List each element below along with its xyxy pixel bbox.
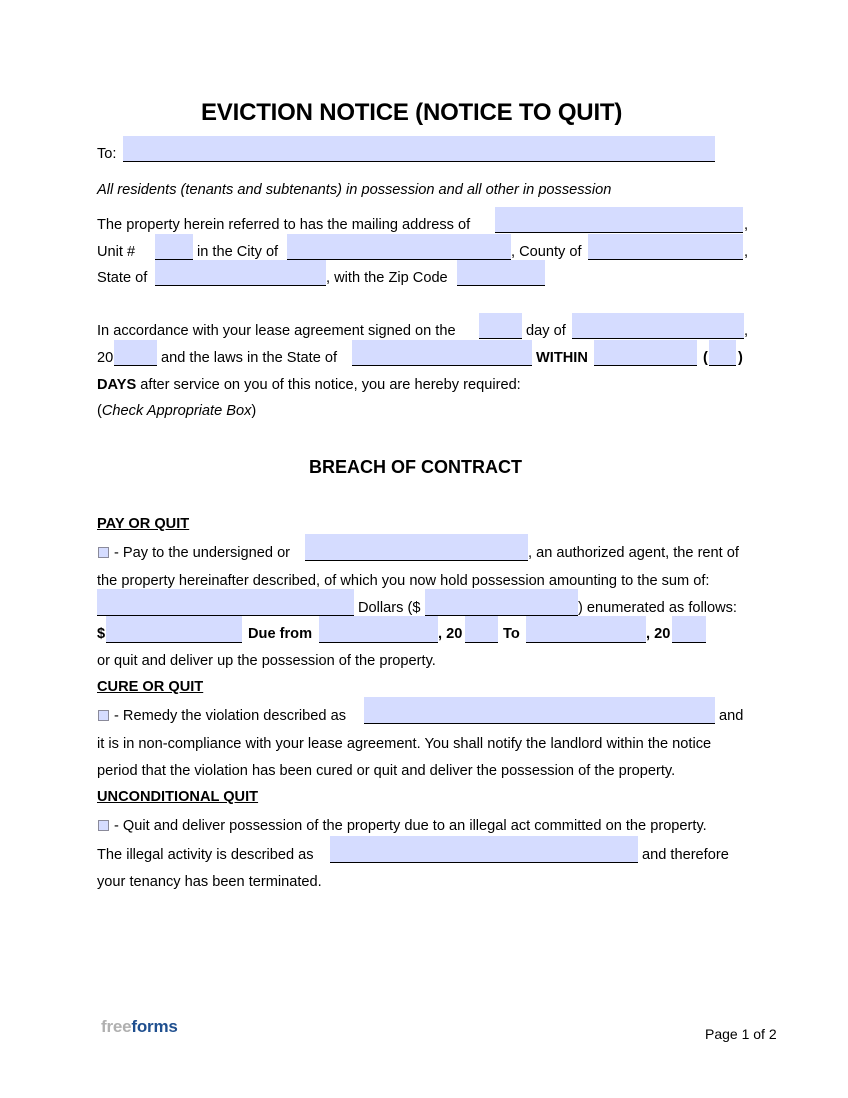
within-days-words-field[interactable]: [594, 340, 697, 366]
due-to-date-field[interactable]: [526, 616, 646, 643]
laws-label: and the laws in the State of: [161, 350, 338, 366]
cure-or-quit-checkbox[interactable]: [98, 710, 109, 721]
unconditional-line3: your tenancy has been terminated.: [97, 874, 322, 890]
mailing-address-field[interactable]: [495, 207, 743, 233]
pay-line1-a: - Pay to the undersigned or: [114, 545, 291, 561]
unconditional-line2-b: and therefore: [642, 847, 729, 863]
laws-state-field[interactable]: [352, 340, 532, 366]
cure-line2: it is in non-compliance with your lease …: [97, 736, 712, 752]
pay-line1-b: , an authorized agent, the rent of: [528, 545, 739, 561]
address-comma-1: ,: [744, 217, 749, 233]
pay-line2: the property hereinafter described, of w…: [97, 573, 710, 589]
zip-label: , with the Zip Code: [326, 270, 448, 286]
to-field[interactable]: [123, 136, 715, 162]
residents-line: All residents (tenants and subtenants) i…: [97, 182, 612, 198]
due-from-year-field[interactable]: [465, 616, 498, 643]
lease-line1-text: In accordance with your lease agreement …: [97, 323, 456, 339]
county-label: , County of: [511, 244, 582, 260]
paren-close-2: ): [251, 403, 257, 419]
breach-heading: BREACH OF CONTRACT: [309, 457, 522, 477]
comma-20-b: , 20: [646, 626, 671, 642]
comma-20-a: , 20: [438, 626, 463, 642]
check-instruction-text: Check Appropriate Box: [101, 403, 252, 419]
dollars-label: Dollars ($: [358, 600, 421, 616]
city-label: in the City of: [197, 244, 279, 260]
pay-or-quit-checkbox[interactable]: [98, 547, 109, 558]
address-comma-2: ,: [744, 244, 749, 260]
page-number: Page 1 of 2: [705, 1026, 777, 1042]
dollar-sign: $: [97, 626, 106, 642]
illegal-activity-field[interactable]: [330, 836, 638, 863]
to-label: To:: [97, 146, 117, 162]
within-days-number-field[interactable]: [709, 340, 736, 366]
enum-amount-field[interactable]: [106, 616, 242, 643]
paren-close: ): [738, 350, 743, 366]
county-field[interactable]: [588, 234, 743, 260]
freeforms-logo: freeforms: [101, 1017, 178, 1037]
pay-or-quit-heading: PAY OR QUIT: [97, 516, 190, 532]
amount-number-field[interactable]: [425, 589, 578, 616]
lease-day-field[interactable]: [479, 313, 522, 339]
logo-forms-text: forms: [131, 1017, 178, 1036]
year-prefix: 20: [97, 350, 114, 366]
zip-field[interactable]: [457, 260, 545, 286]
to-label-2: To: [503, 626, 520, 642]
days-bold: DAYS: [97, 377, 137, 393]
unconditional-quit-heading: UNCONDITIONAL QUIT: [97, 789, 259, 805]
lease-month-field[interactable]: [572, 313, 744, 339]
cure-line1-b: and: [719, 708, 744, 724]
address-line1-text: The property herein referred to has the …: [97, 217, 471, 233]
enumerated-label: ) enumerated as follows:: [578, 600, 737, 616]
unconditional-quit-checkbox[interactable]: [98, 820, 109, 831]
unit-label: Unit #: [97, 244, 136, 260]
day-of-label: day of: [526, 323, 566, 339]
logo-free-text: free: [101, 1017, 132, 1036]
paren-open: (: [703, 350, 708, 366]
cure-line3: period that the violation has been cured…: [97, 763, 676, 779]
document-title: EVICTION NOTICE (NOTICE TO QUIT): [201, 99, 623, 126]
agent-name-field[interactable]: [305, 534, 528, 561]
state-label: State of: [97, 270, 148, 286]
due-from-date-field[interactable]: [319, 616, 438, 643]
city-field[interactable]: [287, 234, 511, 260]
lease-comma: ,: [744, 323, 749, 339]
unit-field[interactable]: [155, 234, 193, 260]
within-label: WITHIN: [536, 350, 588, 366]
check-box-instruction: (Check Appropriate Box): [97, 402, 256, 420]
cure-line1-a: - Remedy the violation described as: [114, 708, 346, 724]
state-field[interactable]: [155, 260, 326, 286]
violation-field[interactable]: [364, 697, 715, 724]
days-line: DAYS after service on you of this notice…: [97, 376, 521, 394]
due-to-year-field[interactable]: [672, 616, 706, 643]
lease-year-field[interactable]: [114, 340, 157, 366]
unconditional-line1: - Quit and deliver possession of the pro…: [114, 818, 707, 834]
days-rest: after service on you of this notice, you…: [140, 377, 521, 393]
unconditional-line2-a: The illegal activity is described as: [97, 847, 314, 863]
pay-line5: or quit and deliver up the possession of…: [97, 653, 436, 669]
cure-or-quit-heading: CURE OR QUIT: [97, 679, 204, 695]
due-from-label: Due from: [248, 626, 313, 642]
amount-words-field[interactable]: [97, 589, 354, 616]
